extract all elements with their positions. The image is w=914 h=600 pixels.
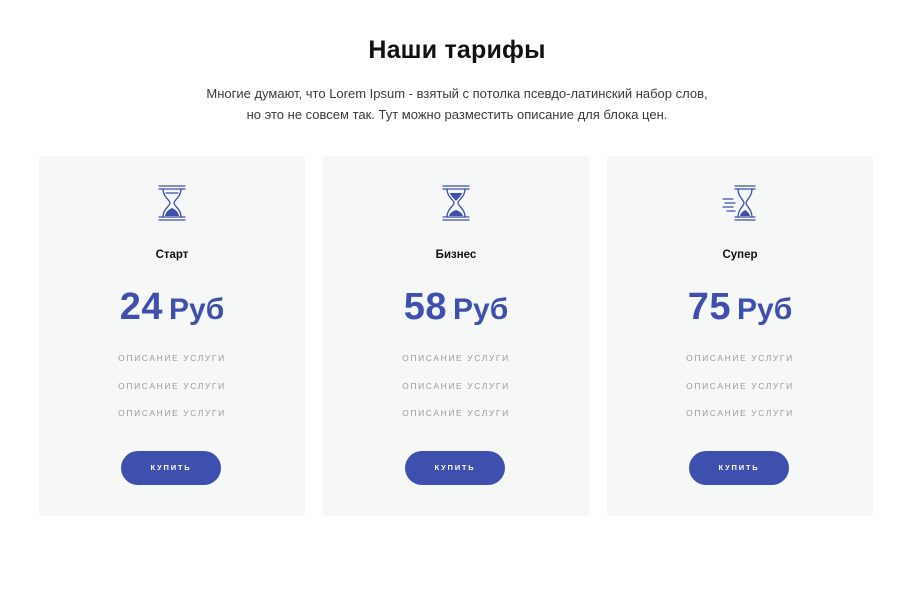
- feature-list: ОПИСАНИЕ УСЛУГИ ОПИСАНИЕ УСЛУГИ ОПИСАНИЕ…: [39, 352, 305, 435]
- pricing-description: Многие думают, что Lorem Ipsum - взятый …: [157, 83, 757, 125]
- hourglass-icon: [152, 183, 192, 223]
- plan-price: 24 Руб: [39, 286, 305, 329]
- fast-hourglass-icon: [720, 183, 760, 223]
- plan-name: Бизнес: [435, 249, 477, 261]
- feature-list: ОПИСАНИЕ УСЛУГИ ОПИСАНИЕ УСЛУГИ ОПИСАНИЕ…: [323, 352, 589, 435]
- feature-item: ОПИСАНИЕ УСЛУГИ: [402, 380, 510, 391]
- feature-item: ОПИСАНИЕ УСЛУГИ: [686, 380, 794, 391]
- pricing-card-start: Старт 24 Руб ОПИСАНИЕ УСЛУГИ ОПИСАНИЕ УСЛ…: [39, 156, 305, 516]
- hourglass-icon: [436, 183, 476, 223]
- feature-item: ОПИСАНИЕ УСЛУГИ: [118, 408, 226, 418]
- page-title: Наши тарифы: [368, 36, 546, 64]
- price-currency: Руб: [453, 293, 509, 326]
- plan-name: Старт: [155, 249, 189, 261]
- pricing-section: Наши тарифы Многие думают, что Lorem Ips…: [0, 0, 914, 600]
- pricing-card-super: Супер 75 Руб ОПИСАНИЕ УСЛУГИ ОПИСАНИЕ УСЛ…: [607, 156, 873, 516]
- feature-item: ОПИСАНИЕ УСЛУГИ: [686, 353, 794, 363]
- feature-item: ОПИСАНИЕ УСЛУГИ: [686, 408, 794, 418]
- pricing-card-business: Бизнес 58 Руб ОПИСАНИЕ УСЛУГИ ОПИСАНИЕ УС…: [323, 156, 589, 516]
- buy-button[interactable]: КУПИТЬ: [689, 451, 789, 485]
- price-currency: Руб: [737, 293, 793, 326]
- plan-price: 58 Руб: [323, 286, 589, 329]
- feature-item: ОПИСАНИЕ УСЛУГИ: [402, 353, 510, 363]
- feature-item: ОПИСАНИЕ УСЛУГИ: [402, 408, 510, 418]
- buy-button[interactable]: КУПИТЬ: [121, 451, 221, 485]
- price-amount: 24: [119, 286, 164, 328]
- plan-name: Супер: [722, 249, 758, 261]
- description-line: но это не совсем так. Тут можно размести…: [246, 107, 668, 122]
- buy-button[interactable]: КУПИТЬ: [405, 451, 505, 485]
- feature-item: ОПИСАНИЕ УСЛУГИ: [118, 380, 226, 391]
- price-amount: 58: [403, 286, 448, 328]
- feature-list: ОПИСАНИЕ УСЛУГИ ОПИСАНИЕ УСЛУГИ ОПИСАНИЕ…: [607, 352, 873, 435]
- feature-item: ОПИСАНИЕ УСЛУГИ: [118, 353, 226, 363]
- pricing-cards: Старт 24 Руб ОПИСАНИЕ УСЛУГИ ОПИСАНИЕ УСЛ…: [39, 156, 875, 516]
- description-line: Многие думают, что Lorem Ipsum - взятый …: [206, 86, 708, 101]
- plan-price: 75 Руб: [607, 286, 873, 329]
- price-currency: Руб: [169, 293, 225, 326]
- price-amount: 75: [687, 286, 732, 328]
